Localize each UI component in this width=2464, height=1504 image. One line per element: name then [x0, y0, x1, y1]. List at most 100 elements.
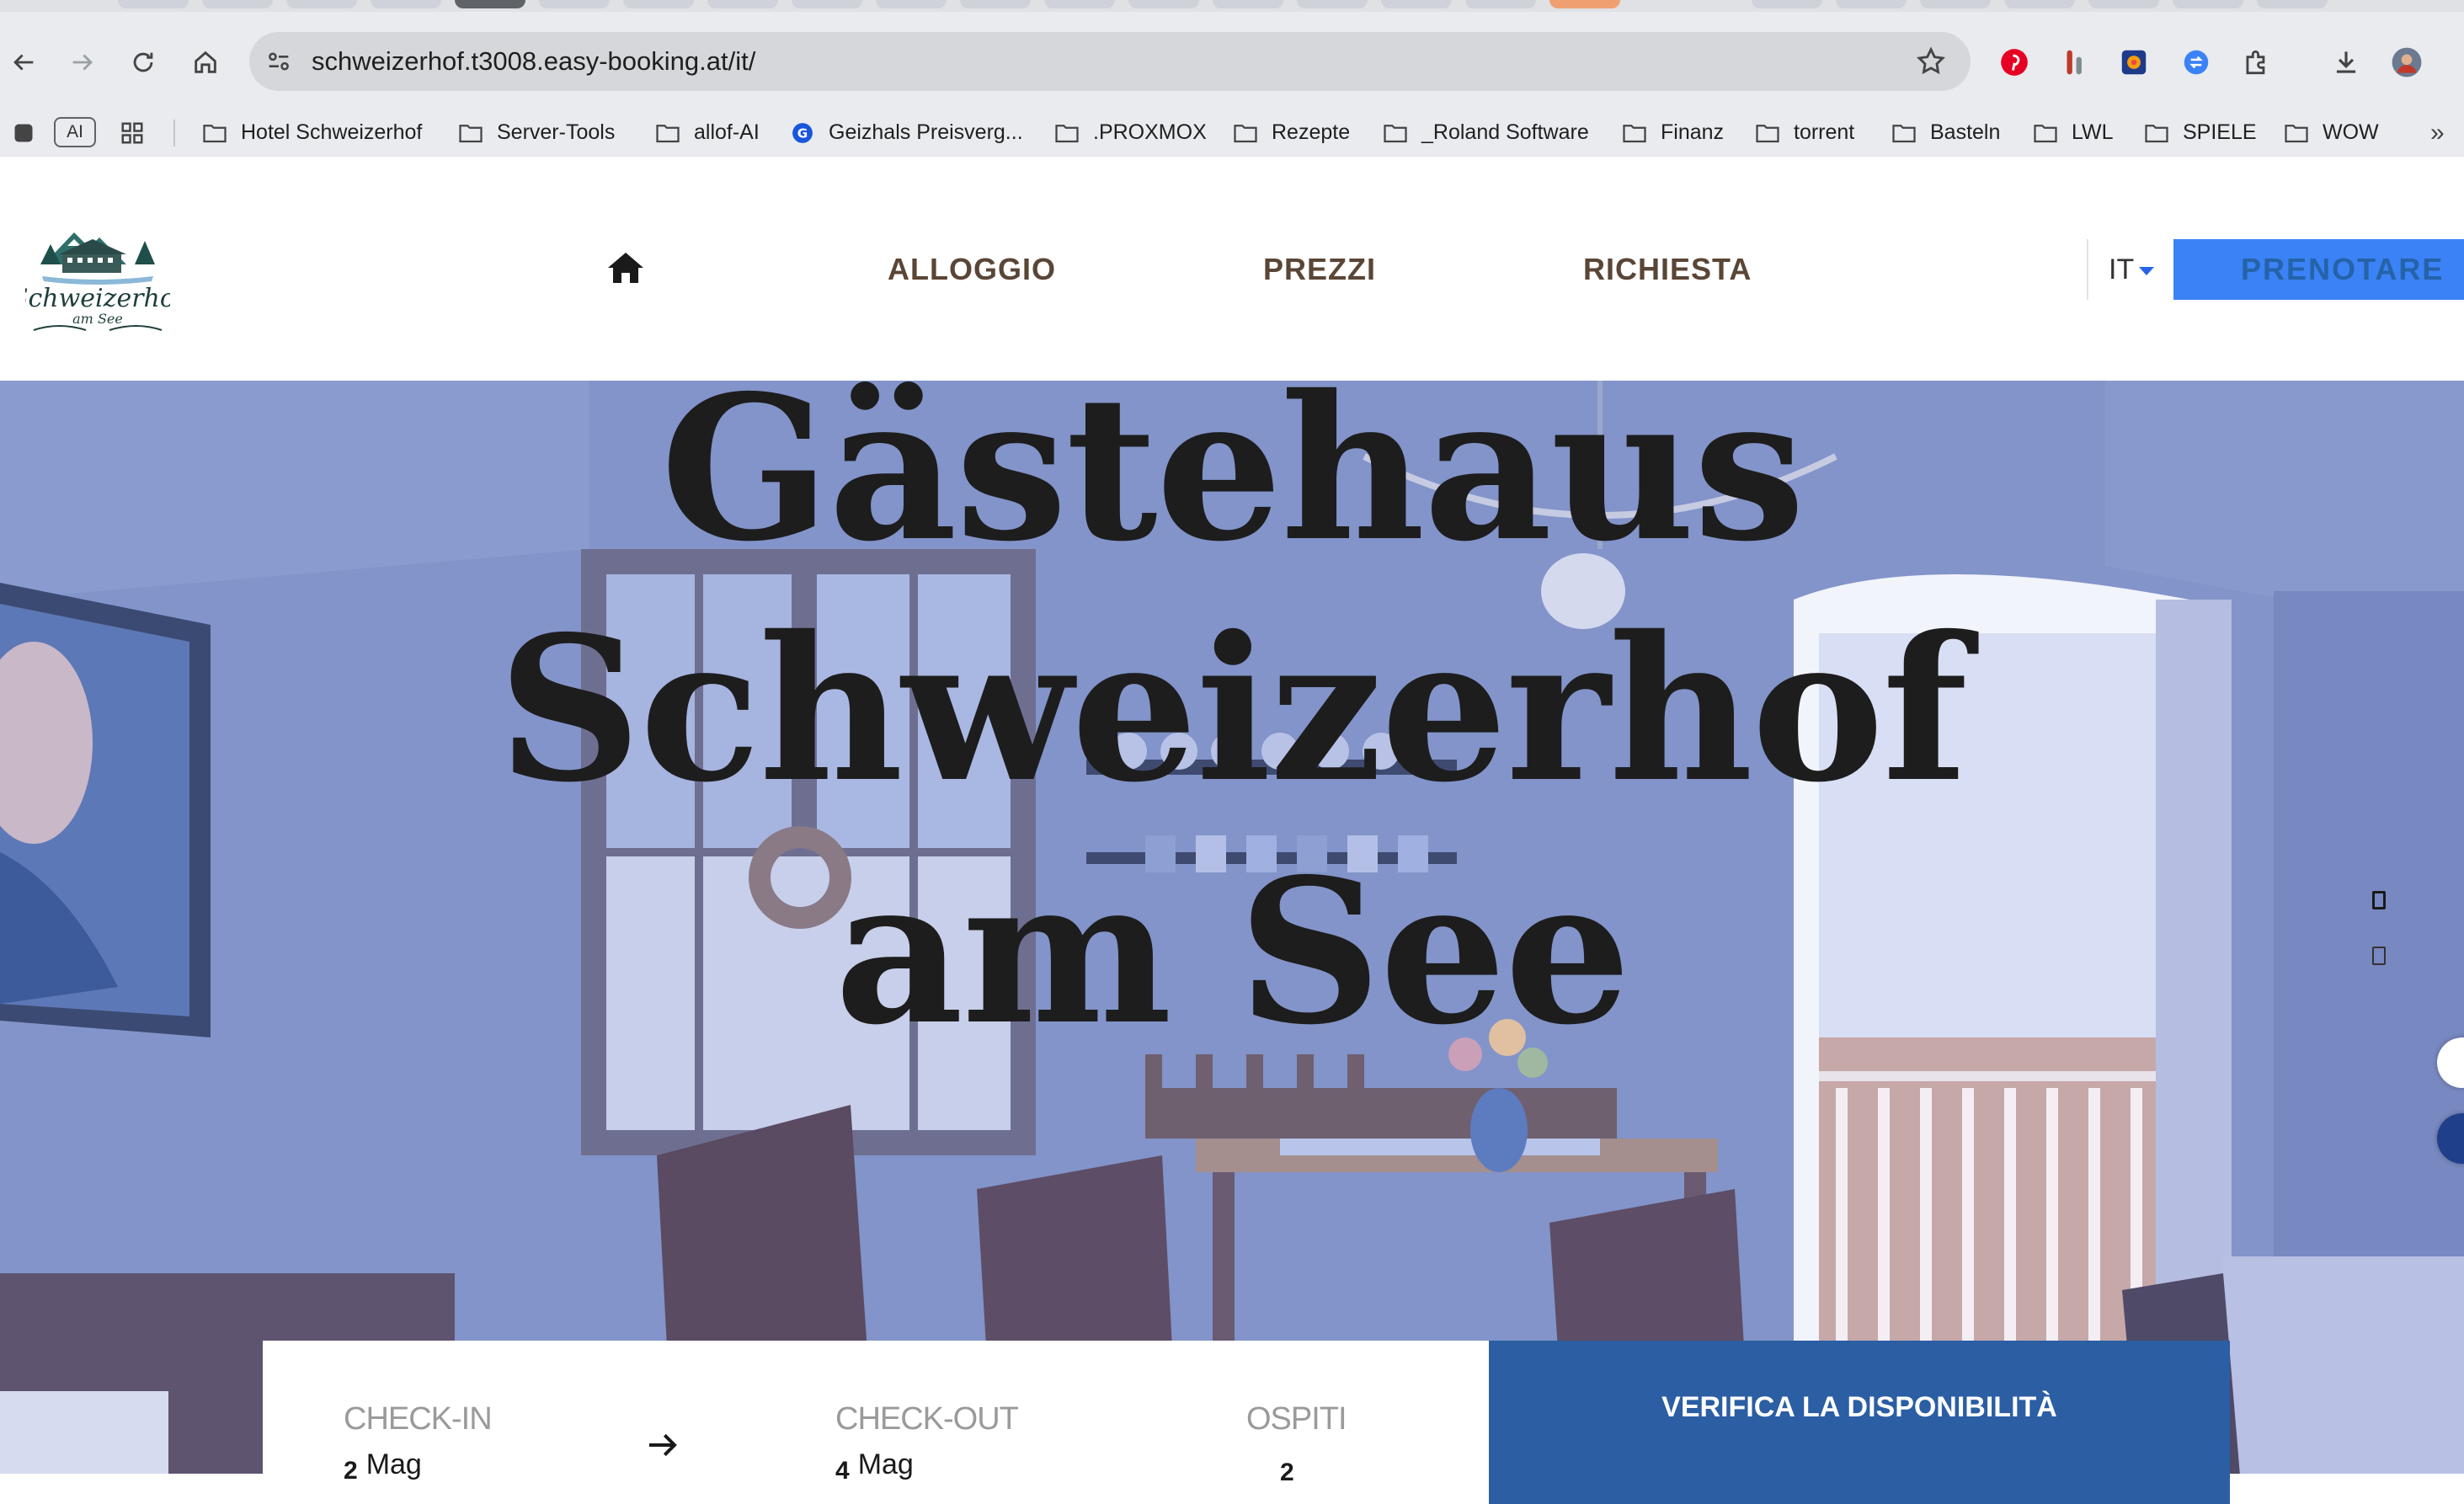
browser-tab[interactable]	[1465, 0, 1536, 8]
nav-richiesta[interactable]: RICHIESTA	[1583, 252, 1752, 287]
browser-tab-active[interactable]	[455, 0, 525, 8]
hero-title-line-2: Schweizerhof	[498, 592, 1968, 826]
browser-tab[interactable]	[1128, 0, 1199, 8]
bookmark-folder[interactable]: Rezepte	[1233, 109, 1350, 156]
bookmark-label: Rezepte	[1272, 120, 1351, 144]
guests-label: OSPITI	[1246, 1401, 1347, 1437]
sync-extension-icon	[2184, 50, 2209, 75]
folder-icon	[2285, 124, 2308, 142]
sync-extension[interactable]	[2178, 44, 2215, 81]
back-button[interactable]	[5, 44, 42, 81]
bookmark-geizhals[interactable]: G Geizhals Preisverg...	[790, 109, 1023, 156]
hero-title-line-1: Gästehaus	[660, 381, 1805, 585]
more-bookmarks-button[interactable]: »	[2430, 109, 2445, 156]
url-text[interactable]: schweizerhof.t3008.easy-booking.at/it/	[312, 46, 755, 77]
checkin-date[interactable]: 2 Mag	[344, 1448, 422, 1485]
checkin-label: CHECK-IN	[344, 1401, 493, 1437]
checkout-date[interactable]: 4 Mag	[835, 1448, 914, 1485]
bookmark-folder[interactable]: allof-AI	[655, 109, 760, 156]
color-extension[interactable]	[2115, 44, 2152, 81]
browser-tab[interactable]	[623, 0, 694, 8]
checkin-day: 2	[344, 1457, 358, 1485]
browser-tab[interactable]	[1381, 0, 1452, 8]
downloads-button[interactable]	[2328, 44, 2365, 81]
pinterest-extension[interactable]	[1996, 44, 2033, 81]
browser-tab[interactable]	[2173, 0, 2243, 8]
grid-icon	[121, 122, 143, 143]
bookmark-label: torrent	[1794, 120, 1855, 144]
browser-tab[interactable]	[1549, 0, 1620, 8]
forward-button[interactable]	[64, 44, 101, 81]
bookmark-folder[interactable]: WOW	[2284, 109, 2379, 156]
folder-icon	[459, 124, 483, 142]
puzzle-piece-icon	[2246, 50, 2265, 75]
bookmark-folder[interactable]: Finanz	[1622, 109, 1724, 156]
browser-tab[interactable]	[2004, 0, 2075, 8]
book-button[interactable]: PRENOTARE	[2173, 239, 2464, 300]
reload-icon	[133, 52, 153, 72]
site-settings-icon[interactable]	[264, 47, 293, 76]
home-nav-icon[interactable]	[606, 251, 645, 285]
browser-tab[interactable]	[960, 0, 1031, 8]
square-app-icon	[14, 124, 33, 141]
language-selector[interactable]: IT	[2087, 239, 2174, 300]
browser-tab[interactable]	[118, 0, 189, 8]
extensions-button[interactable]	[2238, 44, 2275, 81]
forward-arrow-icon	[72, 54, 93, 71]
bookmark-folder[interactable]: torrent	[1755, 109, 1854, 156]
checkout-month: Mag	[857, 1448, 914, 1480]
profile-button[interactable]	[2388, 44, 2425, 81]
folder-icon	[203, 124, 227, 142]
folder-icon	[1892, 124, 1916, 142]
bookmark-star-icon[interactable]	[1915, 45, 1947, 77]
reload-button[interactable]	[125, 44, 162, 81]
folder-icon	[656, 124, 680, 142]
bookmark-label: allof-AI	[694, 120, 760, 144]
browser-tab[interactable]	[876, 0, 947, 8]
folder-icon	[1055, 124, 1079, 142]
tool-extension[interactable]	[2056, 44, 2093, 81]
browser-tab[interactable]	[1752, 0, 1822, 8]
browser-tab[interactable]	[202, 0, 273, 8]
browser-tab[interactable]	[792, 0, 862, 8]
verify-availability-button[interactable]: VERIFICA LA DISPONIBILITÀ	[1489, 1341, 2230, 1504]
browser-tab[interactable]	[2257, 0, 2328, 8]
bookmark-app-icon[interactable]	[12, 109, 49, 156]
logo[interactable]: Schweizerhof am See	[25, 199, 170, 344]
bookmark-label: SPIELE	[2183, 120, 2257, 144]
checkout-label: CHECK-OUT	[835, 1401, 1019, 1437]
folder-icon	[1384, 124, 1407, 142]
browser-tab[interactable]	[1297, 0, 1368, 8]
bookmark-folder[interactable]: .PROXMOX	[1054, 109, 1207, 156]
slider-dot-2[interactable]	[2372, 947, 2386, 965]
browser-chrome: schweizerhof.t3008.easy-booking.at/it/ A	[0, 0, 2464, 156]
browser-tab[interactable]	[1213, 0, 1283, 8]
bookmark-folder[interactable]: LWL	[2033, 109, 2114, 156]
browser-tab[interactable]	[2088, 0, 2159, 8]
bookmark-label: Geizhals Preisverg...	[829, 120, 1023, 144]
guests-value[interactable]: 2	[1280, 1459, 1294, 1487]
site-header: Schweizerhof am See ALLOGGIO PREZZI RICH…	[0, 156, 2464, 381]
bookmark-folder[interactable]: SPIELE	[2144, 109, 2257, 156]
logo-subtext: am See	[72, 311, 123, 327]
address-bar[interactable]: schweizerhof.t3008.easy-booking.at/it/	[249, 32, 1971, 91]
bookmark-folder[interactable]: _Roland Software	[1383, 109, 1589, 156]
slider-dot-1[interactable]	[2372, 891, 2386, 909]
bookmark-ai[interactable]: AI	[54, 117, 96, 147]
bookmark-folder[interactable]: Server-Tools	[458, 109, 615, 156]
browser-tab[interactable]	[1920, 0, 1991, 8]
browser-tab[interactable]	[371, 0, 441, 8]
browser-tab[interactable]	[539, 0, 610, 8]
browser-tab[interactable]	[707, 0, 778, 8]
browser-tab[interactable]	[1836, 0, 1907, 8]
bookmark-apps-grid[interactable]	[120, 109, 158, 156]
browser-tab[interactable]	[1044, 0, 1115, 8]
nav-alloggio[interactable]: ALLOGGIO	[888, 252, 1056, 287]
nav-prezzi[interactable]: PREZZI	[1263, 252, 1376, 287]
pinterest-icon	[2001, 49, 2028, 76]
browser-tab[interactable]	[286, 0, 357, 8]
bookmark-folder[interactable]: Basteln	[1891, 109, 2000, 156]
bookmark-folder[interactable]: Hotel Schweizerhof	[202, 109, 422, 156]
home-button[interactable]	[187, 44, 224, 81]
folder-icon	[2145, 124, 2168, 142]
